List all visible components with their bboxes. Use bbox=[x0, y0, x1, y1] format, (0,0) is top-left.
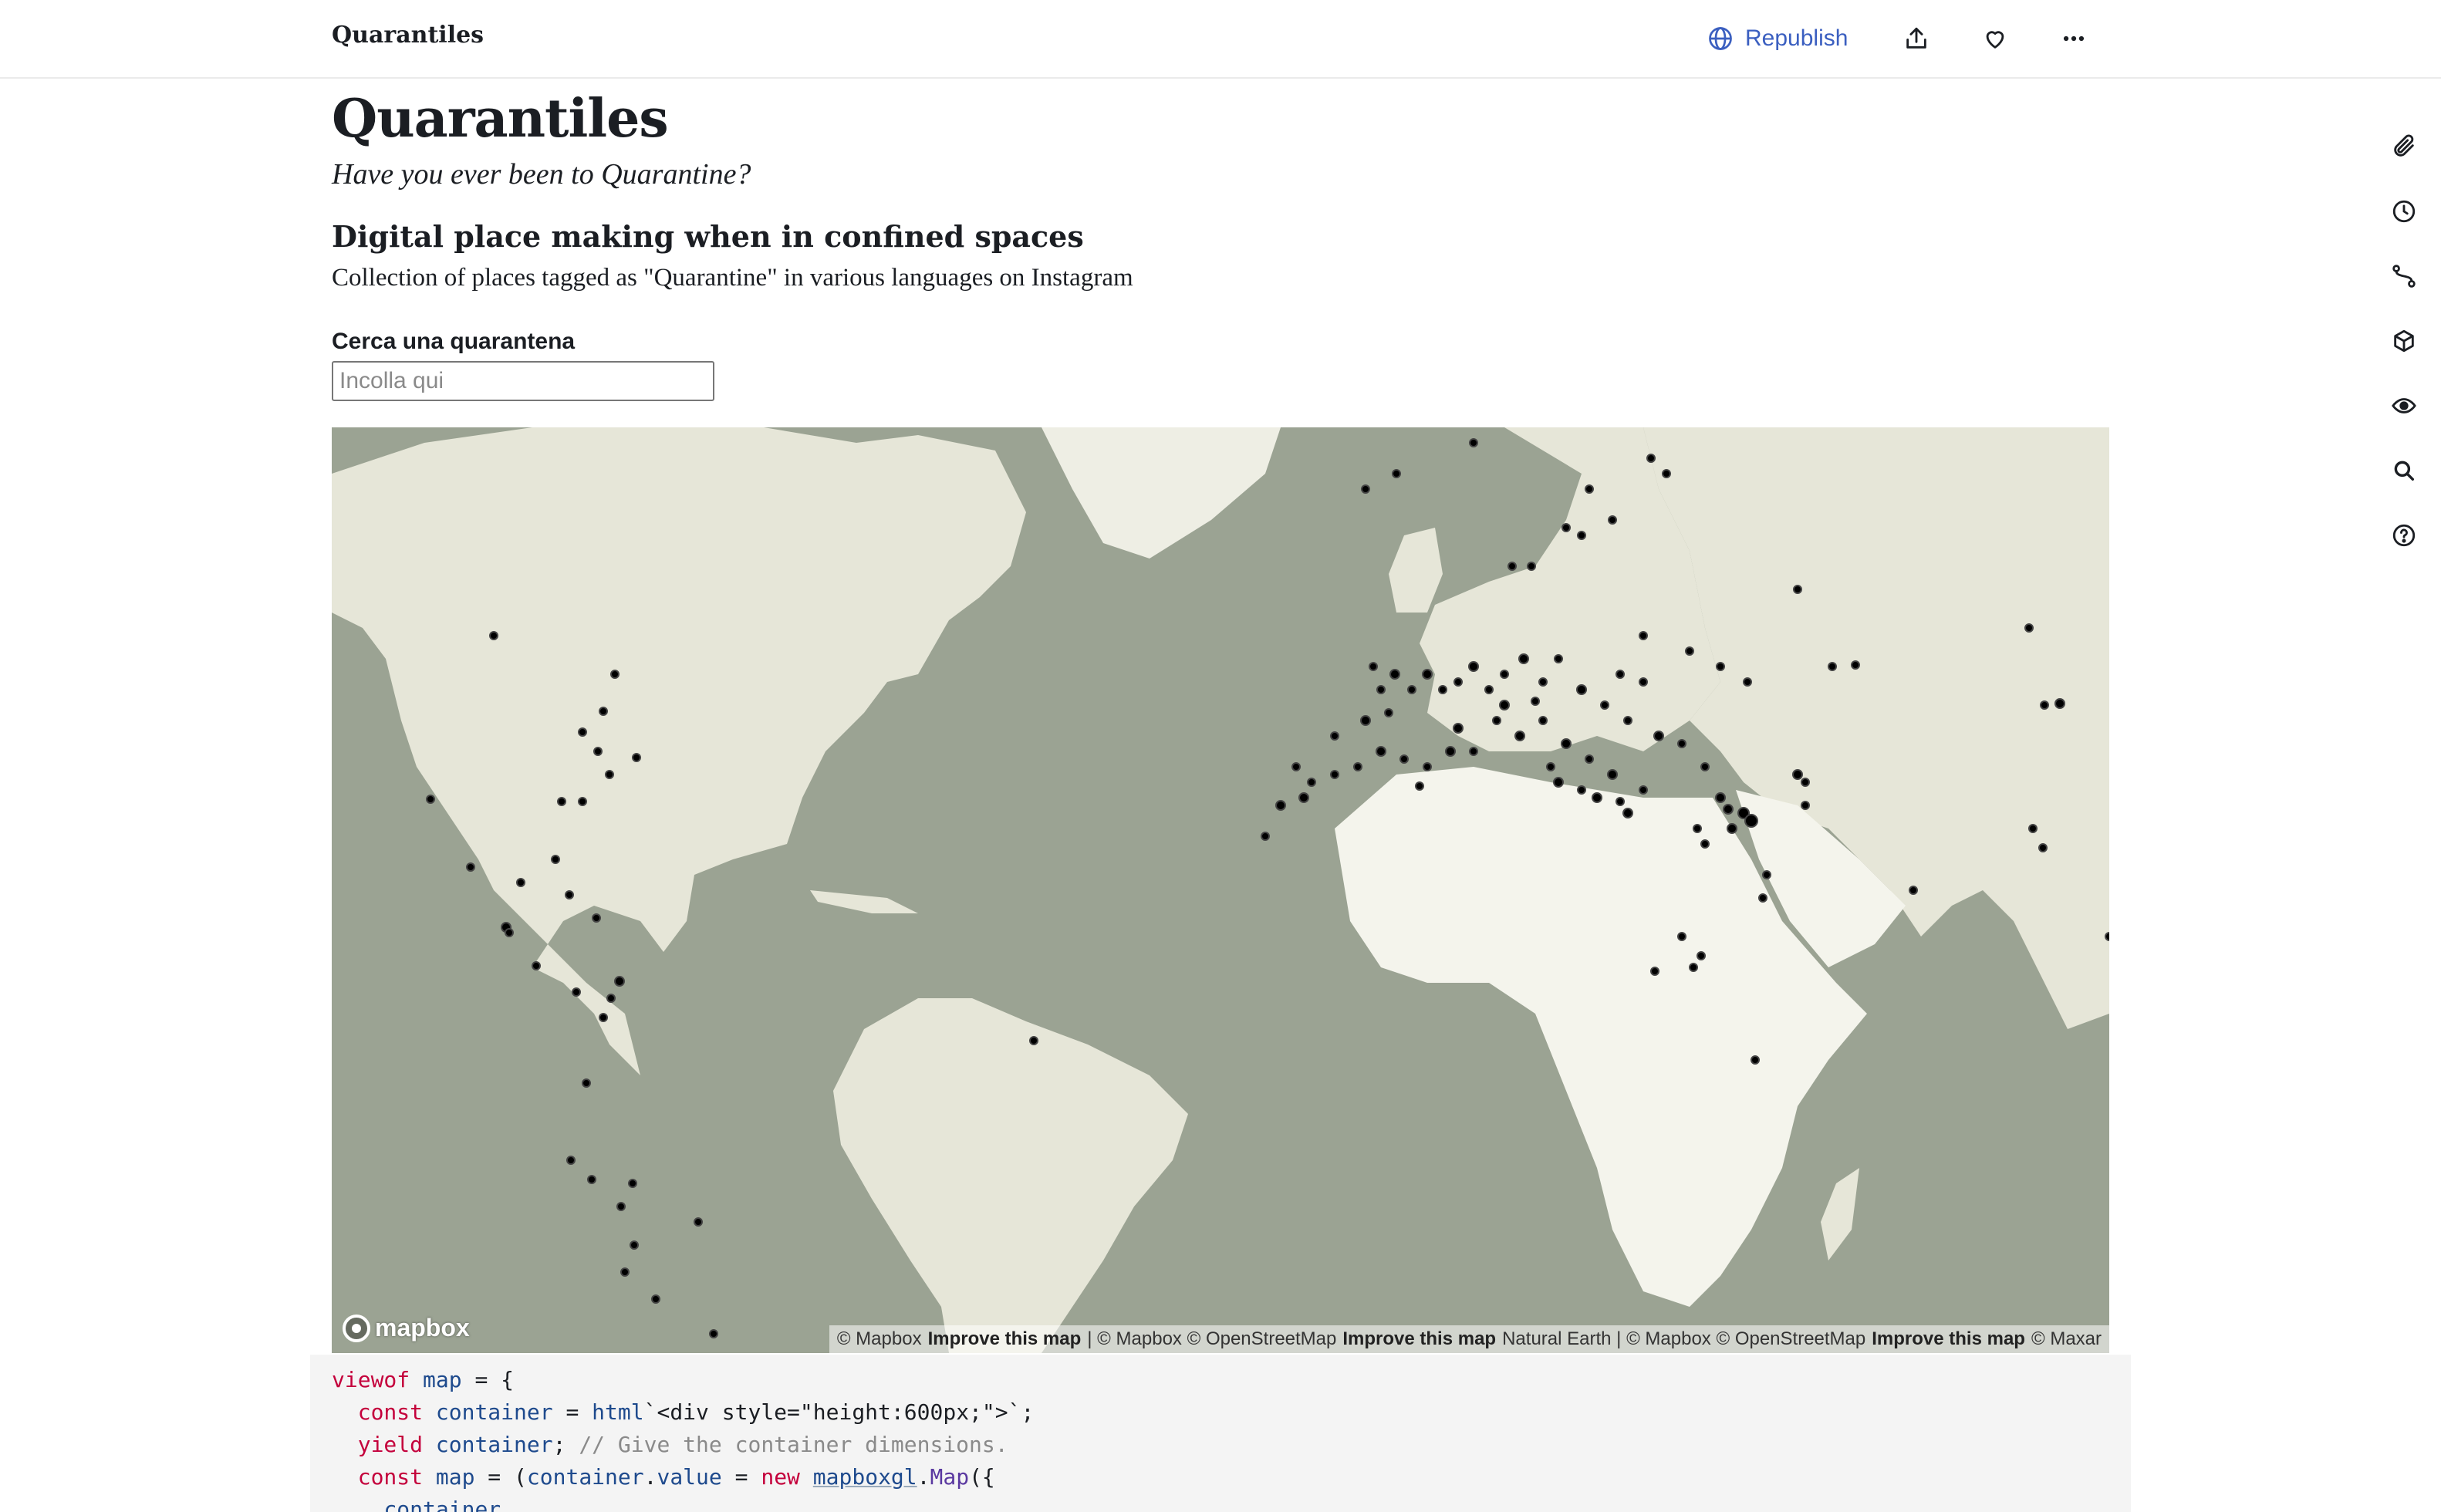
improve-map-link-3[interactable]: Improve this map bbox=[1872, 1328, 2025, 1350]
republish-label: Republish bbox=[1745, 25, 1848, 51]
eye-icon bbox=[2392, 398, 2416, 413]
rail-viewers[interactable] bbox=[2389, 390, 2419, 421]
mapbox-logo-icon bbox=[343, 1314, 370, 1342]
section-heading: Digital place making when in confined sp… bbox=[332, 219, 1084, 254]
map-basemap bbox=[332, 427, 2109, 1353]
help-icon bbox=[2392, 524, 2416, 547]
improve-map-link-2[interactable]: Improve this map bbox=[1342, 1328, 1496, 1350]
rail-help[interactable] bbox=[2389, 520, 2419, 551]
republish-button[interactable]: Republish bbox=[1707, 20, 1848, 57]
top-bar: Quarantiles Republish bbox=[0, 0, 2441, 79]
mapbox-logo[interactable]: mapbox bbox=[343, 1314, 470, 1342]
land-south-america bbox=[833, 998, 1188, 1353]
paperclip-icon bbox=[2394, 134, 2414, 157]
land-north-america bbox=[332, 427, 1026, 1075]
cube-icon bbox=[2394, 329, 2414, 353]
clock-icon bbox=[2392, 200, 2416, 223]
more-icon bbox=[2063, 35, 2085, 42]
attribution-text-3: Natural Earth | © Mapbox © OpenStreetMap bbox=[1502, 1328, 1866, 1349]
section-description: Collection of places tagged as "Quaranti… bbox=[332, 264, 1133, 292]
code-line-1: viewof map = { bbox=[332, 1367, 515, 1392]
attribution-text-2: | © Mapbox © OpenStreetMap bbox=[1087, 1328, 1337, 1349]
share-icon bbox=[1906, 27, 1926, 49]
land-cuba bbox=[810, 890, 918, 913]
page-title: Quarantiles bbox=[332, 88, 669, 150]
rail-dependencies[interactable] bbox=[2389, 261, 2419, 292]
rail-packages[interactable] bbox=[2389, 326, 2419, 356]
notebook-brand[interactable]: Quarantiles bbox=[332, 22, 484, 49]
heart-icon bbox=[1986, 31, 2004, 49]
share-button[interactable] bbox=[1901, 23, 1932, 54]
like-button[interactable] bbox=[1980, 23, 2011, 54]
globe-icon bbox=[1709, 27, 1732, 50]
land-madagascar bbox=[1821, 1168, 1859, 1261]
map-attribution: © Mapbox Improve this map | © Mapbox © O… bbox=[829, 1325, 2109, 1353]
code-cell[interactable]: viewof map = { const container = html`<d… bbox=[310, 1355, 2131, 1512]
code-line-3: yield container; // Give the container d… bbox=[357, 1432, 1008, 1457]
attribution-text-1: © Mapbox bbox=[836, 1328, 922, 1349]
more-button[interactable] bbox=[2058, 23, 2089, 54]
code-line-5: container, bbox=[383, 1497, 515, 1512]
search-icon bbox=[2394, 461, 2415, 481]
improve-map-link-1[interactable]: Improve this map bbox=[928, 1328, 1082, 1350]
rail-history[interactable] bbox=[2389, 196, 2419, 227]
search-label: Cerca una quarantena bbox=[332, 329, 576, 354]
search-input[interactable] bbox=[332, 361, 714, 401]
land-greenland bbox=[1042, 427, 1281, 559]
page-subtitle: Have you ever been to Quarantine? bbox=[332, 158, 751, 191]
land-uk bbox=[1389, 528, 1443, 613]
rail-attachments[interactable] bbox=[2389, 131, 2419, 162]
code-line-2: const container = html`<div style="heigh… bbox=[357, 1399, 1035, 1425]
rail-search[interactable] bbox=[2389, 455, 2419, 486]
world-map[interactable]: mapbox © Mapbox Improve this map | © Map… bbox=[332, 427, 2109, 1353]
attribution-text-4: © Maxar bbox=[2031, 1328, 2102, 1349]
code-line-4: const map = (container.value = new mapbo… bbox=[357, 1464, 995, 1490]
graph-icon bbox=[2392, 265, 2416, 288]
mapbox-logo-text: mapbox bbox=[375, 1314, 470, 1342]
